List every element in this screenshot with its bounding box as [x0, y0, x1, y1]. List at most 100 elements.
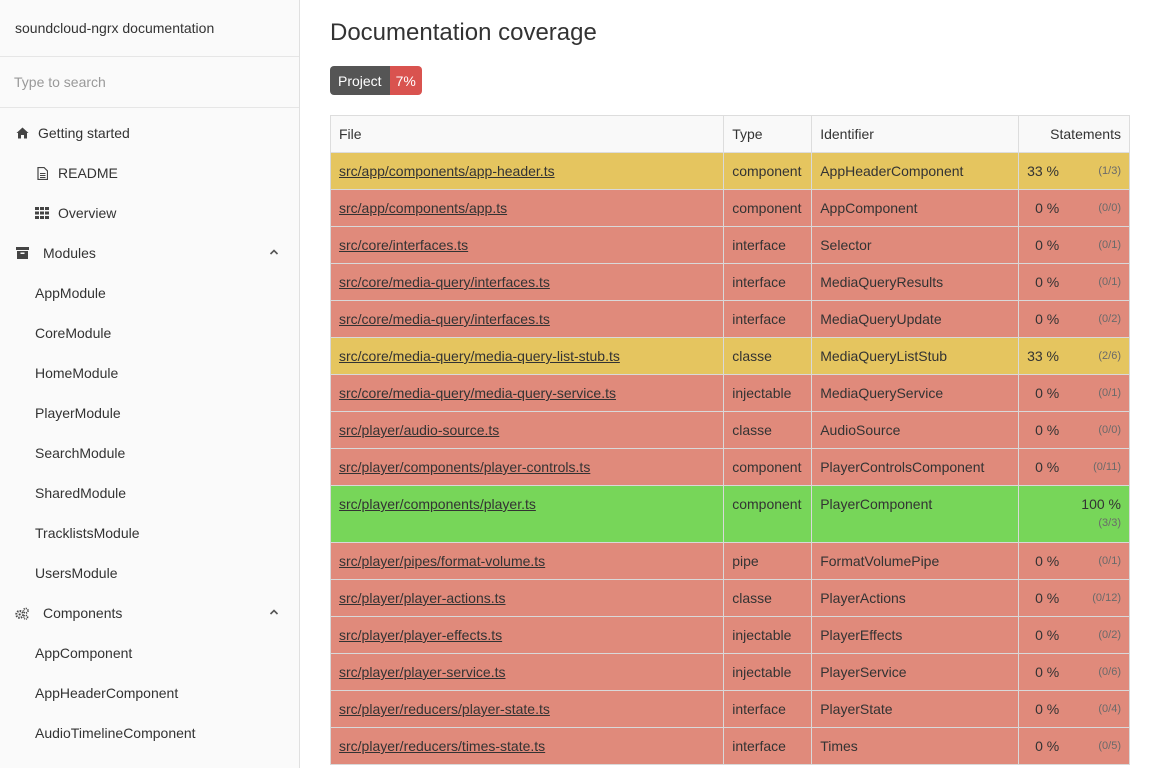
menu-module-item[interactable]: AppModule — [0, 273, 299, 313]
menu-modules[interactable]: Modules — [0, 233, 299, 273]
menu-component-item[interactable]: AudioTimelineComponent — [0, 713, 299, 753]
file-link[interactable]: src/app/components/app-header.ts — [339, 163, 555, 179]
chevron-up-icon[interactable] — [269, 247, 279, 257]
identifier-cell: MediaQueryListStub — [811, 337, 1020, 375]
statements-cell: 0 % (0/1) — [1018, 542, 1130, 580]
type-cell: component — [723, 152, 813, 190]
file-link[interactable]: src/player/player-actions.ts — [339, 590, 506, 606]
archive-icon — [15, 246, 29, 260]
column-header-type[interactable]: Type — [723, 115, 813, 153]
file-cell: src/core/interfaces.ts — [329, 226, 725, 264]
identifier-cell: AudioSource — [811, 411, 1020, 449]
file-link[interactable]: src/player/player-effects.ts — [339, 627, 502, 643]
coverage-percent: 0 % — [1035, 627, 1060, 643]
file-cell: src/app/components/app-header.ts — [329, 152, 725, 190]
menu-components[interactable]: Components — [0, 593, 299, 633]
type-cell: component — [723, 485, 813, 543]
type-cell: interface — [723, 263, 813, 301]
statements-cell: 0 % (0/4) — [1018, 690, 1130, 728]
type-cell: injectable — [723, 616, 813, 654]
coverage-table-body: src/app/components/app-header.ts componen… — [329, 152, 1130, 765]
menu-component-item[interactable]: AppComponent — [0, 633, 299, 673]
search-box — [0, 57, 299, 108]
identifier-cell: MediaQueryUpdate — [811, 300, 1020, 338]
menu-components-label: Components — [43, 605, 123, 621]
menu-module-item[interactable]: CoreModule — [0, 313, 299, 353]
coverage-fraction: (0/2) — [1098, 313, 1121, 325]
coverage-table: File Type Identifier Statements src/app/… — [329, 115, 1130, 765]
file-link[interactable]: src/player/components/player-controls.ts — [339, 459, 590, 475]
file-cell: src/player/reducers/times-state.ts — [329, 727, 725, 765]
search-input[interactable] — [0, 57, 299, 107]
coverage-fraction: (0/11) — [1093, 461, 1121, 473]
file-link[interactable]: src/core/media-query/interfaces.ts — [339, 274, 550, 290]
menu-module-item[interactable]: TracklistsModule — [0, 513, 299, 553]
file-link[interactable]: src/player/reducers/player-state.ts — [339, 701, 550, 717]
file-link[interactable]: src/core/media-query/media-query-service… — [339, 385, 616, 401]
file-cell: src/player/pipes/format-volume.ts — [329, 542, 725, 580]
menu-module-item[interactable]: UsersModule — [0, 553, 299, 593]
file-link[interactable]: src/player/components/player.ts — [339, 496, 536, 512]
column-header-statements[interactable]: Statements — [1018, 115, 1130, 153]
menu-module-item[interactable]: SearchModule — [0, 433, 299, 473]
table-row: src/core/media-query/interfaces.ts interf… — [329, 263, 1130, 301]
identifier-cell: Times — [811, 727, 1020, 765]
menu-component-item[interactable]: AppHeaderComponent — [0, 673, 299, 713]
sidebar-menu: Getting started README Overview Modules … — [0, 108, 299, 768]
identifier-cell: AppHeaderComponent — [811, 152, 1020, 190]
table-row: src/player/player-service.ts injectable Pl… — [329, 653, 1130, 691]
type-cell: injectable — [723, 374, 813, 412]
menu-module-item[interactable]: HomeModule — [0, 353, 299, 393]
file-link[interactable]: src/player/player-service.ts — [339, 664, 506, 680]
file-link[interactable]: src/player/reducers/times-state.ts — [339, 738, 545, 754]
statements-cell: 33 % (2/6) — [1018, 337, 1130, 375]
menu-component-item[interactable]: ContentHeaderComponent — [0, 753, 299, 768]
column-header-file[interactable]: File — [329, 115, 725, 153]
menu-getting-started[interactable]: Getting started — [0, 113, 299, 153]
identifier-cell: PlayerActions — [811, 579, 1020, 617]
identifier-cell: MediaQueryResults — [811, 263, 1020, 301]
file-link[interactable]: src/app/components/app.ts — [339, 200, 507, 216]
file-icon — [35, 166, 49, 180]
type-cell: component — [723, 448, 813, 486]
file-link[interactable]: src/core/interfaces.ts — [339, 237, 468, 253]
menu-module-item[interactable]: SharedModule — [0, 473, 299, 513]
menu-modules-label: Modules — [43, 245, 96, 261]
file-link[interactable]: src/core/media-query/interfaces.ts — [339, 311, 550, 327]
file-link[interactable]: src/player/audio-source.ts — [339, 422, 499, 438]
menu-overview[interactable]: Overview — [0, 193, 299, 233]
sidebar: soundcloud-ngrx documentation Getting st… — [0, 0, 300, 768]
statements-cell: 0 % (0/2) — [1018, 300, 1130, 338]
coverage-percent: 0 % — [1035, 422, 1060, 438]
file-cell: src/core/media-query/interfaces.ts — [329, 263, 725, 301]
table-row: src/core/media-query/interfaces.ts interf… — [329, 300, 1130, 338]
table-row: src/core/interfaces.ts interface Selector 0… — [329, 226, 1130, 264]
file-link[interactable]: src/core/media-query/media-query-list-st… — [339, 348, 620, 364]
table-row: src/player/reducers/times-state.ts interf… — [329, 727, 1130, 765]
file-cell: src/player/player-actions.ts — [329, 579, 725, 617]
home-icon — [15, 126, 29, 140]
file-link[interactable]: src/player/pipes/format-volume.ts — [339, 553, 545, 569]
coverage-percent: 0 % — [1035, 200, 1060, 216]
table-row: src/player/player-actions.ts classe Player… — [329, 579, 1130, 617]
chevron-up-icon[interactable] — [269, 607, 279, 617]
statements-cell: 0 % (0/1) — [1018, 263, 1130, 301]
statements-cell: 0 % (0/5) — [1018, 727, 1130, 765]
sidebar-title[interactable]: soundcloud-ngrx documentation — [0, 0, 299, 57]
coverage-fraction: (0/5) — [1098, 740, 1121, 752]
coverage-percent: 0 % — [1035, 274, 1060, 290]
column-header-identifier[interactable]: Identifier — [811, 115, 1020, 153]
coverage-fraction: (1/3) — [1098, 165, 1121, 177]
type-cell: component — [723, 189, 813, 227]
menu-module-item[interactable]: PlayerModule — [0, 393, 299, 433]
file-cell: src/core/media-query/media-query-service… — [329, 374, 725, 412]
coverage-fraction: (0/4) — [1098, 703, 1121, 715]
grid-icon — [35, 206, 49, 220]
coverage-percent: 0 % — [1035, 311, 1060, 327]
cogs-icon — [15, 606, 29, 620]
coverage-percent: 0 % — [1035, 701, 1060, 717]
file-cell: src/player/components/player-controls.ts — [329, 448, 725, 486]
identifier-cell: AppComponent — [811, 189, 1020, 227]
menu-readme[interactable]: README — [0, 153, 299, 193]
type-cell: classe — [723, 411, 813, 449]
